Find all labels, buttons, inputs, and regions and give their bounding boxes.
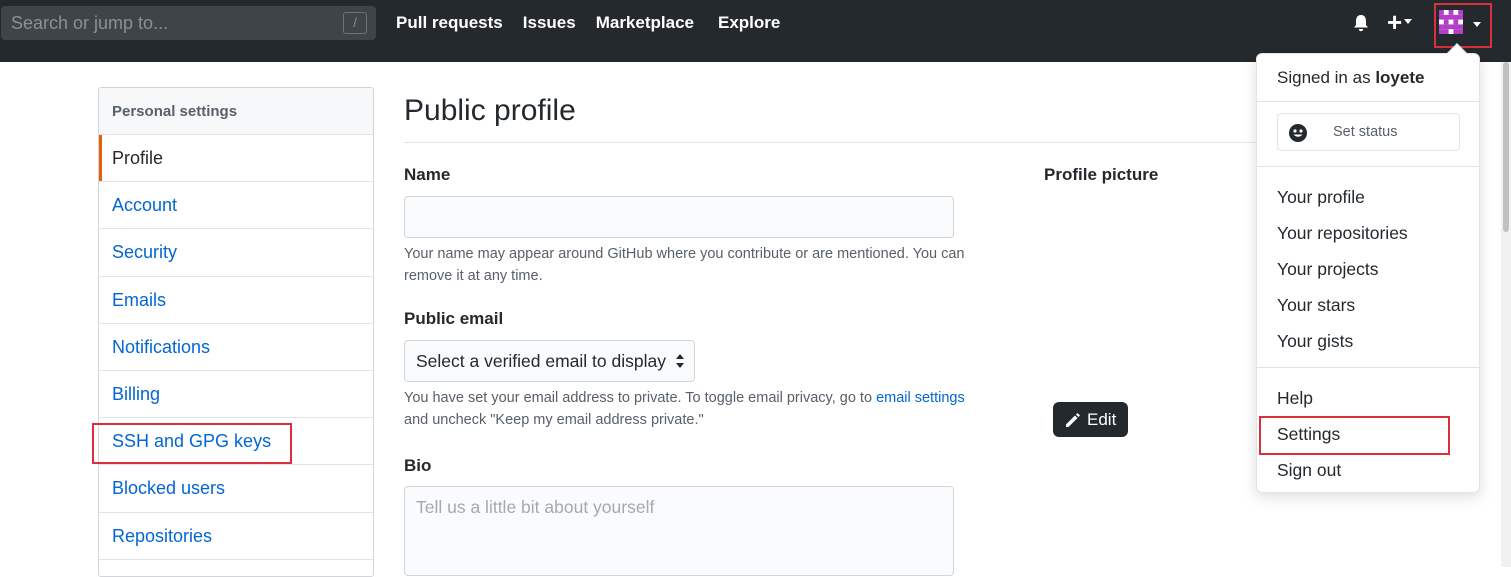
plus-icon: + bbox=[1387, 7, 1403, 37]
nav-explore[interactable]: Explore bbox=[718, 12, 780, 34]
page-scrollbar[interactable] bbox=[1501, 62, 1511, 567]
sidebar-item-account[interactable]: Account bbox=[99, 182, 373, 230]
search-shortcut-key: / bbox=[343, 12, 367, 34]
dropdown-divider bbox=[1257, 166, 1479, 167]
email-note-text: You have set your email address to priva… bbox=[404, 390, 873, 406]
highlight-box-ssh-gpg-keys bbox=[92, 423, 292, 464]
top-nav: Pull requests Issues Marketplace Explore bbox=[396, 12, 780, 34]
page-title: Public profile bbox=[404, 94, 576, 127]
bio-textarea[interactable] bbox=[404, 486, 954, 576]
signed-in-prefix: Signed in as bbox=[1277, 68, 1371, 87]
name-field[interactable] bbox=[404, 196, 954, 238]
pencil-icon bbox=[1066, 413, 1080, 427]
smiley-icon bbox=[1289, 124, 1307, 142]
public-email-select-value: Select a verified email to display bbox=[416, 351, 666, 371]
menu-item-your-projects[interactable]: Your projects bbox=[1277, 258, 1379, 280]
sidebar-heading: Personal settings bbox=[99, 88, 373, 135]
highlight-box-settings bbox=[1259, 416, 1450, 455]
sidebar-item-blocked-users[interactable]: Blocked users bbox=[99, 465, 373, 513]
settings-sidebar: Personal settings Profile Account Securi… bbox=[98, 87, 374, 577]
edit-picture-button[interactable]: Edit bbox=[1053, 402, 1128, 437]
sidebar-item-billing[interactable]: Billing bbox=[99, 371, 373, 419]
menu-item-your-profile[interactable]: Your profile bbox=[1277, 186, 1365, 208]
menu-item-sign-out[interactable]: Sign out bbox=[1277, 459, 1341, 481]
sidebar-item-emails[interactable]: Emails bbox=[99, 277, 373, 324]
dropdown-divider bbox=[1257, 367, 1479, 368]
menu-item-help[interactable]: Help bbox=[1277, 387, 1313, 409]
highlight-box-avatar bbox=[1434, 3, 1492, 48]
name-label: Name bbox=[404, 165, 451, 184]
signed-in-as-text: Signed in as loyete bbox=[1277, 68, 1424, 88]
username: loyete bbox=[1375, 68, 1425, 87]
menu-item-your-stars[interactable]: Your stars bbox=[1277, 294, 1355, 316]
sidebar-item-profile[interactable]: Profile bbox=[99, 135, 373, 183]
edit-button-label: Edit bbox=[1087, 410, 1117, 429]
dropdown-divider bbox=[1257, 101, 1479, 102]
create-new-button[interactable]: + bbox=[1387, 9, 1423, 35]
email-note-text-2: and uncheck "Keep my email address priva… bbox=[404, 412, 704, 428]
set-status-button[interactable]: Set status bbox=[1277, 113, 1460, 151]
search-input[interactable] bbox=[1, 6, 331, 40]
scrollbar-thumb[interactable] bbox=[1503, 62, 1509, 232]
email-settings-link[interactable]: email settings bbox=[876, 390, 965, 406]
menu-item-your-repositories[interactable]: Your repositories bbox=[1277, 222, 1408, 244]
notifications-bell-icon[interactable] bbox=[1351, 13, 1371, 33]
sidebar-item-notifications[interactable]: Notifications bbox=[99, 324, 373, 371]
nav-marketplace[interactable]: Marketplace bbox=[596, 12, 694, 34]
menu-item-your-gists[interactable]: Your gists bbox=[1277, 330, 1353, 352]
profile-picture-label: Profile picture bbox=[1044, 165, 1159, 184]
public-email-label: Public email bbox=[404, 309, 504, 328]
search-box[interactable]: / bbox=[1, 6, 376, 40]
public-email-select[interactable]: Select a verified email to display bbox=[404, 340, 695, 382]
nav-pull-requests[interactable]: Pull requests bbox=[396, 12, 503, 34]
title-divider bbox=[404, 142, 1264, 143]
nav-issues[interactable]: Issues bbox=[523, 12, 576, 34]
name-help-text: Your name may appear around GitHub where… bbox=[404, 246, 965, 284]
sidebar-item-repositories[interactable]: Repositories bbox=[99, 513, 373, 560]
sidebar-item-security[interactable]: Security bbox=[99, 229, 373, 277]
bio-label: Bio bbox=[404, 456, 432, 475]
select-arrows-icon bbox=[676, 354, 684, 368]
email-help-text: You have set your email address to priva… bbox=[404, 387, 1004, 431]
set-status-label: Set status bbox=[1333, 124, 1398, 140]
chevron-down-icon bbox=[1404, 18, 1413, 24]
